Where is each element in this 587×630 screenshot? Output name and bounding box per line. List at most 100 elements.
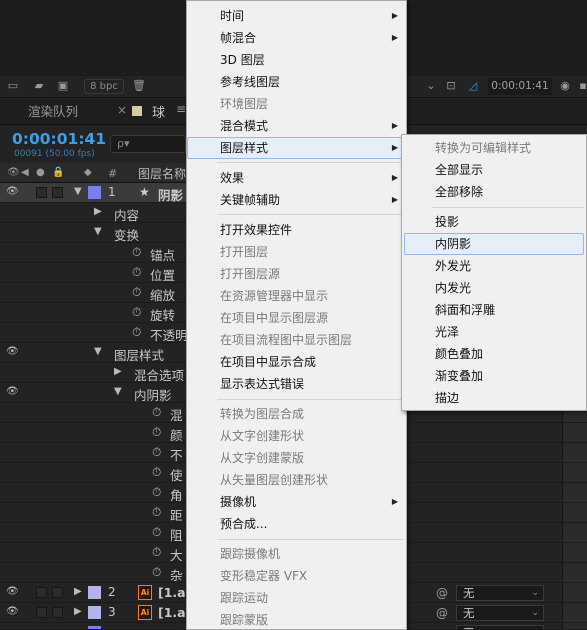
- menu-item-outer-glow[interactable]: 外发光: [402, 255, 586, 277]
- menu-item-gradient-overlay[interactable]: 渐变叠加: [402, 365, 586, 387]
- menu-item-color-overlay[interactable]: 颜色叠加: [402, 343, 586, 365]
- menu-item-convert-to-layered-comp[interactable]: 转换为图层合成: [187, 403, 406, 425]
- menu-item-guide-layer[interactable]: 参考线图层: [187, 71, 406, 93]
- lock-toggle[interactable]: [52, 587, 63, 598]
- menu-item-inner-shadow[interactable]: 内阴影: [404, 233, 584, 255]
- lock-icon[interactable]: 🔒: [52, 167, 64, 178]
- menu-item-inner-glow[interactable]: 内发光: [402, 277, 586, 299]
- menu-item-keyframe-assistant[interactable]: 关键帧辅助 ▶: [187, 189, 406, 211]
- tab-composition[interactable]: 球: [152, 102, 165, 121]
- tab-render-queue[interactable]: 渲染队列: [8, 99, 78, 125]
- collapse-triangle-icon[interactable]: ▼: [114, 386, 122, 397]
- menu-item-reveal-layer-source[interactable]: 在项目中显示图层源: [187, 307, 406, 329]
- menu-item-create-masks-from-text[interactable]: 从文字创建蒙版: [187, 447, 406, 469]
- region-of-interest-icon[interactable]: ⊡: [444, 80, 458, 92]
- collapse-triangle-icon[interactable]: ▼: [74, 186, 82, 197]
- eye-icon[interactable]: 👁: [6, 187, 19, 197]
- expand-triangle-icon[interactable]: ▶: [74, 586, 82, 597]
- close-icon[interactable]: ×: [117, 103, 127, 117]
- stopwatch-icon[interactable]: ⏱: [132, 245, 141, 260]
- menu-item-drop-shadow[interactable]: 投影: [402, 211, 586, 233]
- expand-triangle-icon[interactable]: ▶: [94, 206, 102, 217]
- new-composition-icon[interactable]: ▣: [56, 80, 70, 92]
- menu-item-effect[interactable]: 效果 ▶: [187, 167, 406, 189]
- eye-icon[interactable]: 👁: [6, 587, 19, 597]
- menu-item-open-layer-source[interactable]: 打开图层源: [187, 263, 406, 285]
- trash-icon[interactable]: 🗑: [132, 80, 146, 92]
- eye-icon[interactable]: 👁: [7, 167, 20, 178]
- menu-item-stroke[interactable]: 描边: [402, 387, 586, 409]
- parent-pickwhip-icon[interactable]: @: [436, 586, 448, 600]
- parent-dropdown[interactable]: 无 ⌄: [456, 605, 544, 621]
- column-layer-name[interactable]: 图层名称: [138, 165, 186, 182]
- stopwatch-icon[interactable]: ⏱: [152, 465, 161, 480]
- stopwatch-icon[interactable]: ⏱: [152, 425, 161, 440]
- menu-item-time[interactable]: 时间 ▶: [187, 5, 406, 27]
- solo-toggle[interactable]: [36, 607, 47, 618]
- expand-triangle-icon[interactable]: ▶: [114, 366, 122, 377]
- expand-triangle-icon[interactable]: ▶: [74, 606, 82, 617]
- label-color[interactable]: [88, 606, 101, 619]
- stopwatch-icon[interactable]: ⏱: [132, 265, 141, 280]
- menu-item-track-camera[interactable]: 跟踪摄像机: [187, 543, 406, 565]
- transparency-grid-icon[interactable]: ◿: [466, 80, 480, 92]
- stopwatch-icon[interactable]: ⏱: [152, 405, 161, 420]
- layer-name[interactable]: 阴影: [158, 185, 183, 204]
- stopwatch-icon[interactable]: ⏱: [152, 565, 161, 580]
- solo-toggle[interactable]: [36, 187, 47, 198]
- eye-icon[interactable]: 👁: [6, 387, 19, 397]
- parent-pickwhip-icon[interactable]: @: [436, 606, 448, 620]
- menu-item-reveal-in-explorer[interactable]: 在资源管理器中显示: [187, 285, 406, 307]
- solo-icon[interactable]: ●: [36, 167, 45, 178]
- stopwatch-icon[interactable]: ⏱: [152, 545, 161, 560]
- menu-item-reveal-in-flowchart[interactable]: 在项目流程图中显示图层: [187, 329, 406, 351]
- menu-item-satin[interactable]: 光泽: [402, 321, 586, 343]
- solo-toggle[interactable]: [36, 587, 47, 598]
- menu-item-environment-layer[interactable]: 环境图层: [187, 93, 406, 115]
- stopwatch-icon[interactable]: ⏱: [152, 485, 161, 500]
- stopwatch-icon[interactable]: ⏱: [132, 325, 141, 340]
- stopwatch-icon[interactable]: ⏱: [132, 305, 141, 320]
- lock-toggle[interactable]: [52, 607, 63, 618]
- interpret-footage-icon[interactable]: ▭: [6, 80, 20, 92]
- collapse-triangle-icon[interactable]: ▼: [94, 346, 102, 357]
- chevron-down-icon[interactable]: ⌄: [424, 80, 438, 92]
- menu-item-blend-mode[interactable]: 混合模式 ▶: [187, 115, 406, 137]
- label-color[interactable]: [88, 626, 101, 629]
- menu-item-remove-all[interactable]: 全部移除: [402, 181, 586, 203]
- stopwatch-icon[interactable]: ⏱: [152, 445, 161, 460]
- menu-item-create-shapes-from-vector[interactable]: 从矢量图层创建形状: [187, 469, 406, 491]
- menu-item-track-mask[interactable]: 跟踪蒙版: [187, 609, 406, 630]
- viewer-timecode[interactable]: 0:00:01:41: [488, 78, 552, 95]
- menu-item-bevel-emboss[interactable]: 斜面和浮雕: [402, 299, 586, 321]
- stopwatch-icon[interactable]: ⏱: [132, 285, 141, 300]
- collapse-triangle-icon[interactable]: ▼: [94, 226, 102, 237]
- parent-dropdown[interactable]: 无: [456, 625, 544, 629]
- lock-toggle[interactable]: [52, 187, 63, 198]
- menu-item-warp-stabilizer[interactable]: 变形稳定器 VFX: [187, 565, 406, 587]
- menu-item-track-motion[interactable]: 跟踪运动: [187, 587, 406, 609]
- menu-item-layer-styles[interactable]: 图层样式 ▶: [187, 137, 406, 159]
- menu-item-show-all[interactable]: 全部显示: [402, 159, 586, 181]
- menu-item-show-expression-errors[interactable]: 显示表达式错误: [187, 373, 406, 395]
- menu-item-create-shapes-from-text[interactable]: 从文字创建形状: [187, 425, 406, 447]
- menu-item-precompose[interactable]: 预合成...: [187, 513, 406, 535]
- eye-icon[interactable]: 👁: [6, 347, 19, 357]
- label-color[interactable]: [88, 186, 101, 199]
- current-time-display[interactable]: 0:00:01:41: [12, 130, 106, 148]
- menu-item-open-effect-controls[interactable]: 打开效果控件: [187, 219, 406, 241]
- stopwatch-icon[interactable]: ⏱: [152, 505, 161, 520]
- menu-item-3d-layer[interactable]: 3D 图层: [187, 49, 406, 71]
- snapshot-icon[interactable]: ◉: [558, 80, 572, 92]
- menu-item-convert-to-editable-styles[interactable]: 转换为可编辑样式: [402, 137, 586, 159]
- menu-item-camera[interactable]: 摄像机 ▶: [187, 491, 406, 513]
- folder-icon[interactable]: ▰: [32, 80, 46, 92]
- eye-icon[interactable]: 👁: [6, 607, 19, 617]
- audio-icon[interactable]: ◀: [21, 167, 29, 178]
- search-input[interactable]: ρ▾: [110, 135, 186, 153]
- panel-menu-icon[interactable]: ≡: [176, 102, 186, 116]
- show-snapshot-icon[interactable]: ▪: [576, 80, 587, 92]
- menu-item-frame-blending[interactable]: 帧混合 ▶: [187, 27, 406, 49]
- label-color[interactable]: [88, 586, 101, 599]
- stopwatch-icon[interactable]: ⏱: [152, 525, 161, 540]
